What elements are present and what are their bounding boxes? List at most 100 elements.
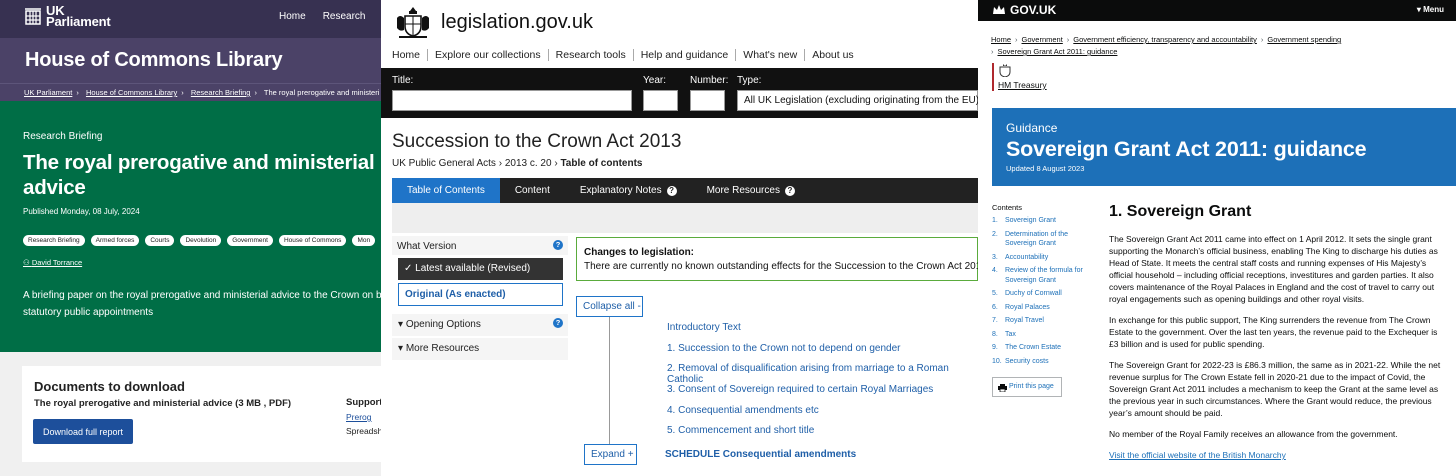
version-sidebar: What Version? ✓ Latest available (Revise… [392,236,568,360]
crumb-chapter[interactable]: 2013 c. 20 [505,158,552,169]
print-button[interactable]: Print this page [992,377,1062,397]
support-link[interactable]: Prerog [346,410,381,424]
help-icon[interactable]: ? [553,318,563,328]
contents-item[interactable]: 8. Tax [992,330,1092,340]
menu-explore[interactable]: Explore our collections [427,49,548,61]
chevron-right-icon: › [1015,35,1018,44]
library-title[interactable]: House of Commons Library [0,38,381,83]
paragraph: No member of the Royal Family receives a… [1109,429,1398,439]
crumb-ukpga[interactable]: UK Public General Acts [392,158,496,169]
breadcrumb-sep-icon: › [254,88,257,97]
toc-section-4[interactable]: 4. Consequential amendments etc [667,405,819,416]
title-input[interactable] [392,90,632,111]
author-link[interactable]: ⚇ David Torrance [23,258,381,267]
nav-home[interactable]: Home [279,11,306,22]
original-version-option[interactable]: Original (As enacted) [398,283,563,306]
tab-table-of-contents[interactable]: Table of Contents [392,178,500,203]
help-icon[interactable]: ? [553,240,563,250]
number-input[interactable] [690,90,725,111]
breadcrumb-home[interactable]: Home [991,35,1011,44]
published-date: Published Monday, 08 July, 2024 [23,207,140,216]
contents-item[interactable]: 9. The Crown Estate [992,343,1092,353]
breadcrumb-government[interactable]: Government [1022,35,1063,44]
tag[interactable]: Armed forces [90,235,140,246]
menu-home[interactable]: Home [392,49,427,61]
contents-item[interactable]: 5. Duchy of Cornwall [992,289,1092,299]
toc-section-3[interactable]: 3. Consent of Sovereign required to cert… [667,384,933,395]
tag[interactable]: Devolution [180,235,222,246]
topic-tags: Research Briefing Armed forces Courts De… [23,235,381,246]
person-icon: ⚇ [23,258,32,267]
changes-text: There are currently no known outstanding… [584,261,978,272]
printer-icon [998,384,1007,392]
royal-crest-icon[interactable] [393,4,433,40]
help-icon[interactable]: ? [784,186,795,196]
contents-item[interactable]: 4. Review of the formula for Sovereign Gr… [992,266,1092,285]
contents-item[interactable]: 3. Accountability [992,253,1092,263]
monarchy-link[interactable]: Visit the official website of the Britis… [1109,450,1444,460]
contents-item[interactable]: 7. Royal Travel [992,316,1092,326]
documents-heading: Documents to download [34,379,185,394]
contents-item[interactable]: 1. Sovereign Grant [992,216,1092,226]
department-logo[interactable]: HM Treasury [992,63,1047,91]
help-icon[interactable]: ? [666,186,677,196]
contents-item[interactable]: 2. Determination of the Sovereign Grant [992,230,1092,249]
opening-options-toggle[interactable]: ▾ Opening Options? [392,314,568,336]
breadcrumb-efficiency[interactable]: Government efficiency, transparency and … [1073,35,1257,44]
breadcrumb-spending[interactable]: Government spending [1267,35,1341,44]
tab-label: Explanatory Notes [579,185,662,196]
site-name[interactable]: legislation.gov.uk [441,11,593,34]
toc-section-1[interactable]: 1. Succession to the Crown not to depend… [667,343,901,354]
what-version-heading: What Version? [392,236,568,255]
changes-heading: Changes to legislation: [584,247,695,258]
collapse-all-button[interactable]: Collapse all - [576,296,643,317]
contents-list: Contents 1. Sovereign Grant 2. Determinati… [992,203,1092,370]
crown-icon [993,5,1005,14]
menu-label: Menu [1423,5,1444,14]
year-input[interactable] [643,90,678,111]
summary: A briefing paper on the royal prerogativ… [23,290,381,318]
menu-research-tools[interactable]: Research tools [547,49,633,61]
menu-whats-new[interactable]: What's new [735,49,804,61]
nav-research[interactable]: Research [323,11,366,22]
tag[interactable]: Courts [145,235,175,246]
breadcrumb: Home › Government › Government efficiency, t… [991,34,1351,58]
menu-help[interactable]: Help and guidance [632,49,736,61]
author-name: David Torrance [31,258,83,267]
legislation-window: legislation.gov.uk Home Explore our coll… [381,0,978,476]
toc-section-2[interactable]: 2. Removal of disqualification arising f… [667,363,978,385]
documents-panel: Documents to download The royal prerogat… [22,366,381,462]
toc-schedule[interactable]: SCHEDULE Consequential amendments [665,449,856,460]
tab-explanatory-notes[interactable]: Explanatory Notes? [565,178,692,203]
breadcrumb-current[interactable]: Sovereign Grant Act 2011: guidance [998,47,1118,56]
breadcrumb-library[interactable]: House of Commons Library [86,88,177,97]
toc-section-5[interactable]: 5. Commencement and short title [667,425,814,436]
tag[interactable]: Research Briefing [23,235,85,246]
toolbar-strip [392,203,978,233]
contents-item[interactable]: 10. Security costs [992,357,1092,367]
parliament-logo[interactable]: UK Parliament [24,4,111,29]
tag[interactable]: House of Commons [278,235,347,246]
download-button[interactable]: Download full report [33,419,133,444]
number-label: Number: [690,75,729,86]
govuk-window: GOV.UK ▾ Menu Home › Government › Government… [978,0,1456,476]
tab-content[interactable]: Content [500,178,565,203]
contents-text: Security costs [1005,357,1049,365]
type-select[interactable]: All UK Legislation (excluding originatin… [737,90,978,111]
breadcrumb-research-briefing[interactable]: Research Briefing [191,88,251,97]
contents-number: 6. [992,303,998,311]
tab-more-resources[interactable]: More Resources? [692,178,810,203]
govuk-logo[interactable]: GOV.UK [992,3,1056,17]
more-resources-toggle[interactable]: ▾ More Resources [392,338,568,360]
logo-line2: Parliament [46,14,111,29]
tag[interactable]: Government [227,235,273,246]
tag[interactable]: Mon [352,235,376,246]
toc-introductory-text[interactable]: Introductory Text [667,322,741,333]
latest-version-option[interactable]: ✓ Latest available (Revised) [398,258,563,280]
menu-button[interactable]: ▾ Menu [1417,5,1444,14]
menu-about[interactable]: About us [804,49,860,61]
breadcrumb-uk-parliament[interactable]: UK Parliament [24,88,72,97]
expand-button[interactable]: Expand + [584,444,637,465]
chevron-right-icon: › [1260,35,1264,44]
contents-item[interactable]: 6. Royal Palaces [992,303,1092,313]
